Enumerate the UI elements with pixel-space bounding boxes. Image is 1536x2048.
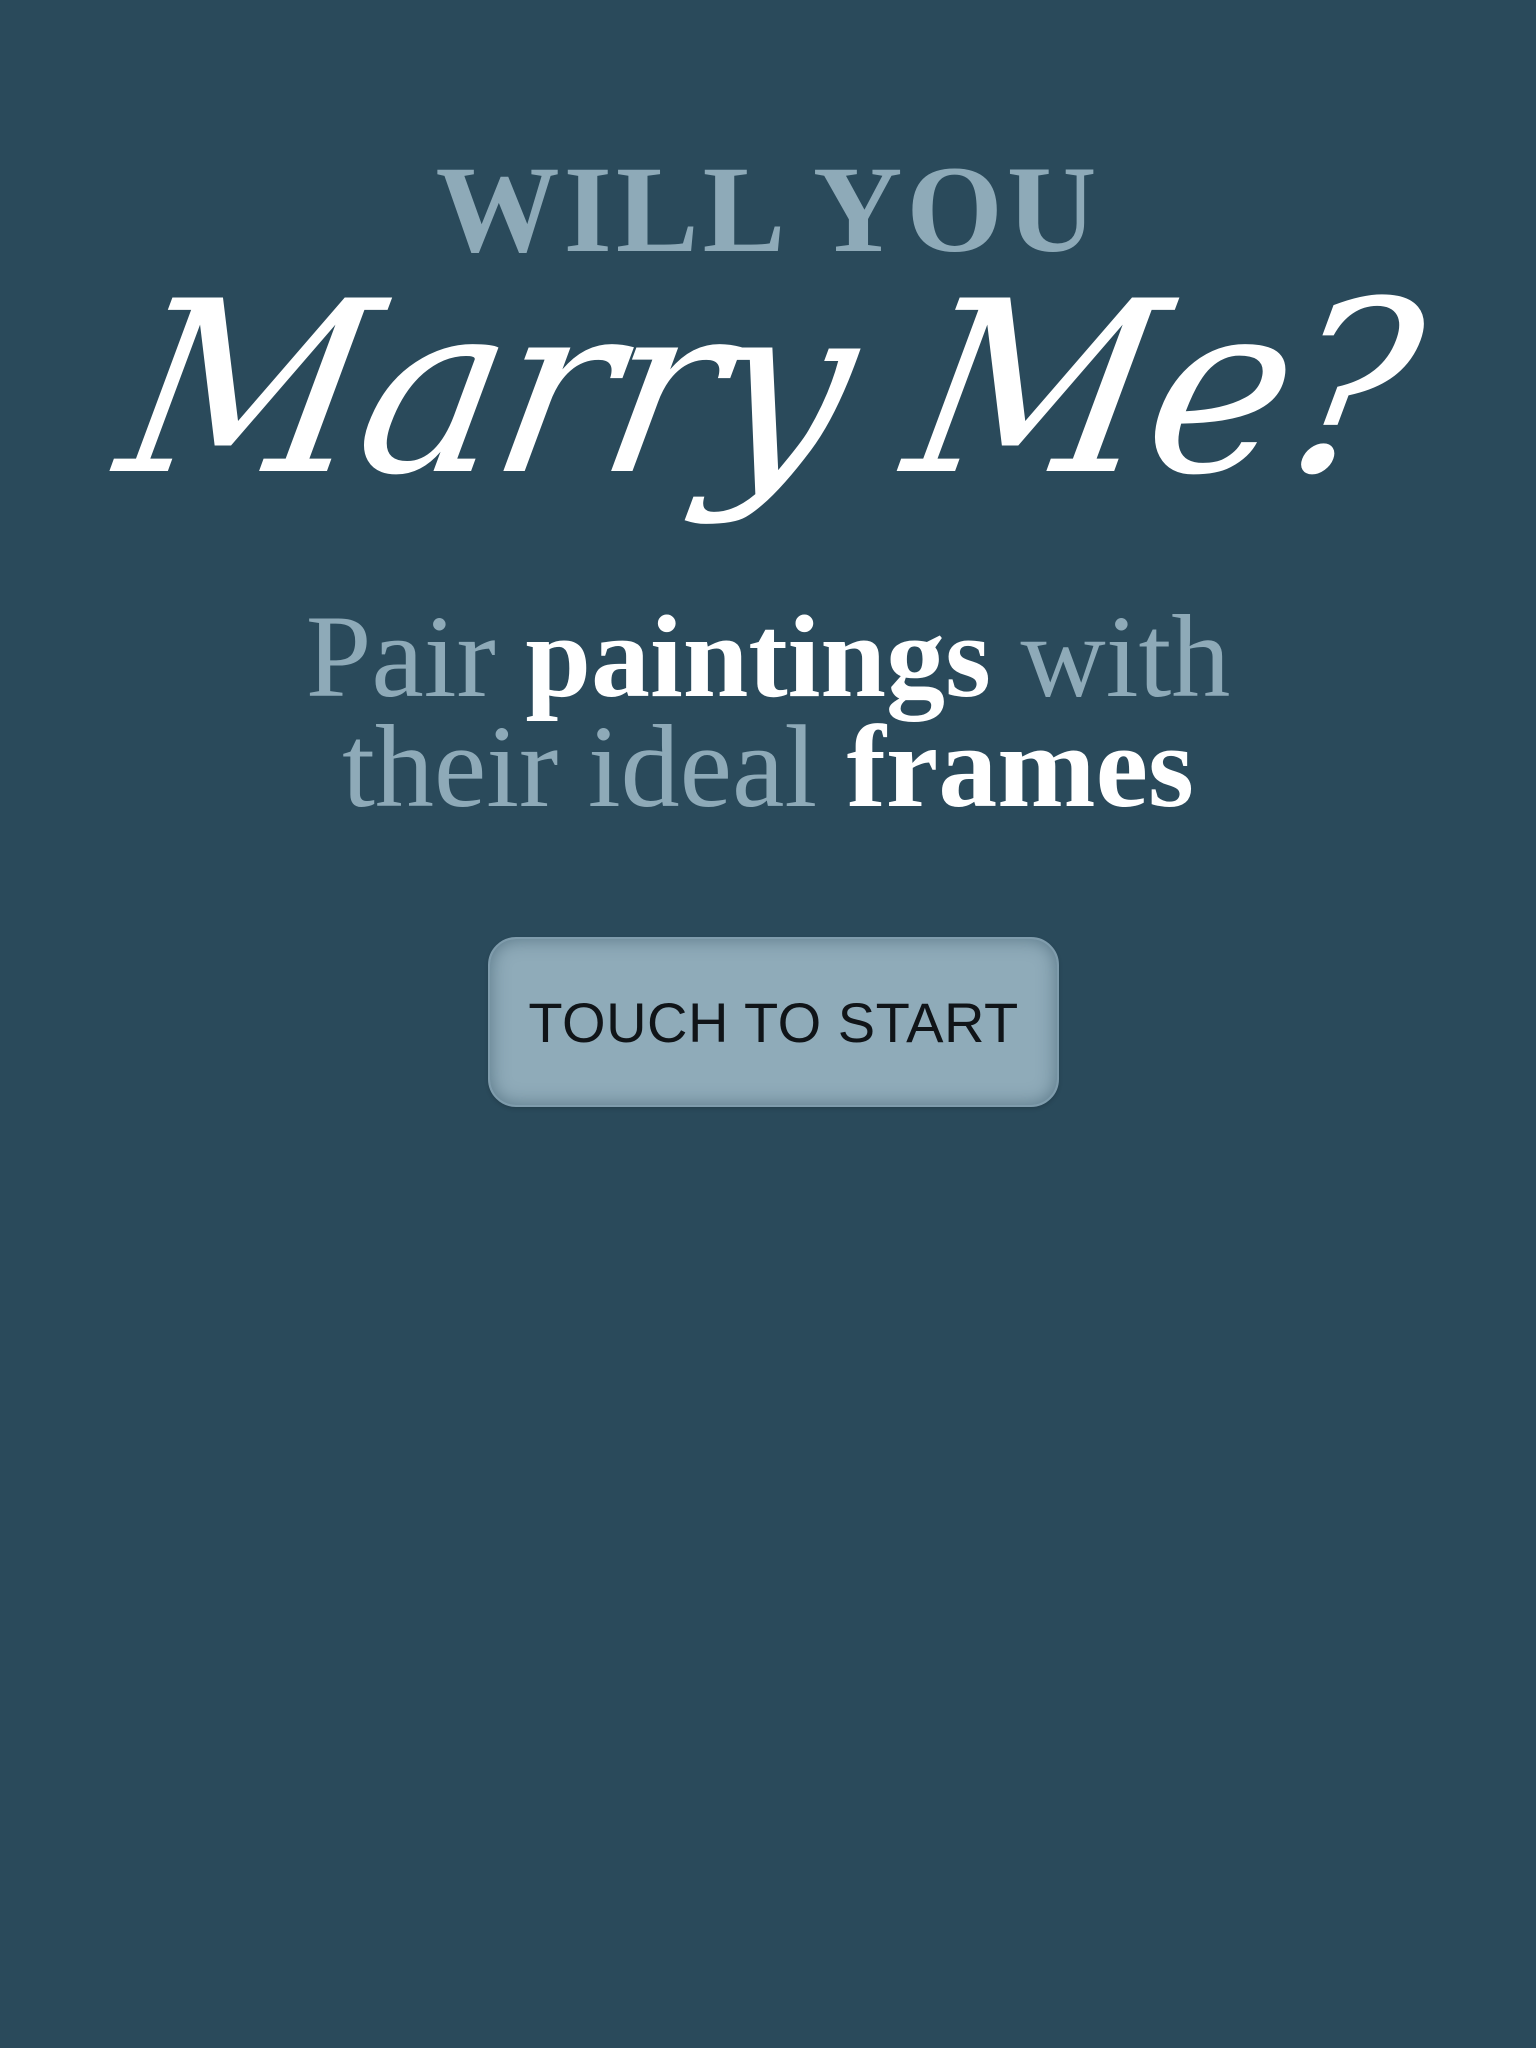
- script-title: Marry Me?: [102, 251, 1434, 528]
- tagline-text: their ideal: [342, 701, 847, 832]
- start-screen: WILL YOU Marry Me? Pair paintings with t…: [0, 0, 1536, 2048]
- tagline: Pair paintings with their ideal frames: [0, 598, 1536, 826]
- tagline-highlight-frames: frames: [846, 701, 1194, 832]
- start-button-label: TOUCH TO START: [528, 990, 1019, 1054]
- tagline-line-1: Pair paintings with: [0, 598, 1536, 716]
- tagline-line-2: their ideal frames: [0, 708, 1536, 826]
- touch-to-start-button[interactable]: TOUCH TO START: [488, 937, 1059, 1107]
